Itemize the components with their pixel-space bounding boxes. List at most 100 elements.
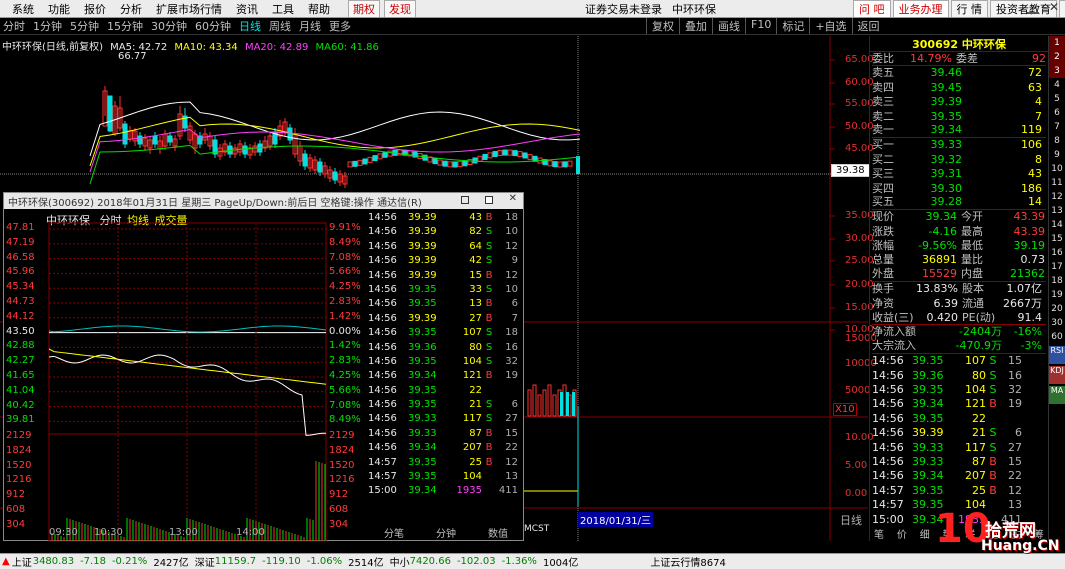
period-tab-9[interactable]: 更多 (329, 18, 351, 34)
menu-extra-0[interactable]: 期权 (348, 0, 380, 17)
popup-bottom-tab-1[interactable]: 分钟 (436, 525, 456, 540)
menu-item-5[interactable]: 资讯 (236, 1, 258, 17)
number-tab-17[interactable]: 17 (1049, 260, 1065, 274)
period-tab-3[interactable]: 15分钟 (107, 18, 143, 34)
kline-candle (422, 154, 428, 161)
number-tab-18[interactable]: 18 (1049, 274, 1065, 288)
quote-tick-count: 32 (1008, 382, 1022, 396)
ask-volume: 72 (1028, 66, 1042, 80)
tool-button-5[interactable]: +自选 (809, 18, 851, 34)
menu-item-7[interactable]: 帮助 (308, 1, 330, 17)
quote-tab-2[interactable]: 细 (920, 529, 930, 543)
tool-button-2[interactable]: 画线 (712, 18, 745, 34)
menu-right-0[interactable]: 问 吧 (853, 0, 891, 17)
sz-index-name[interactable]: 深证 (195, 554, 215, 569)
menu-extra-1[interactable]: 发现 (384, 0, 416, 17)
popup-bottom-tab-2[interactable]: 数值 (488, 525, 508, 540)
number-tab-16[interactable]: 16 (1049, 246, 1065, 260)
side-icon-rsi[interactable]: RSI (1049, 346, 1065, 364)
stat-label: 换手 (872, 282, 894, 296)
kline-candle (507, 149, 513, 156)
window-close-icon[interactable]: ✕ (1049, 0, 1059, 14)
period-tab-0[interactable]: 分时 (3, 18, 25, 34)
number-tab-60[interactable]: 60 (1049, 330, 1065, 344)
number-tab-9[interactable]: 9 (1049, 148, 1065, 162)
number-tab-2[interactable]: 2 (1049, 50, 1065, 64)
tool-button-6[interactable]: 返回 (851, 18, 885, 34)
menu-item-4[interactable]: 扩展市场行情 (156, 1, 222, 17)
number-tab-8[interactable]: 8 (1049, 134, 1065, 148)
popup-tick-side: S (485, 355, 493, 367)
popup-tick-volume: 82 (469, 226, 482, 238)
menu-right-2[interactable]: 行 情 (950, 0, 988, 17)
side-icon-kdj[interactable]: KDJ (1049, 366, 1065, 384)
popup-tick-price: 39.39 (408, 226, 437, 238)
popup-tick-time: 14:56 (368, 341, 397, 353)
period-tab-6[interactable]: 日线 (239, 18, 261, 34)
quote-tab-1[interactable]: 价 (897, 529, 907, 543)
number-tab-13[interactable]: 13 (1049, 204, 1065, 218)
number-tab-14[interactable]: 14 (1049, 218, 1065, 232)
popup-restore-icon[interactable] (485, 196, 493, 204)
zx-index-value: 7420.66 (409, 556, 451, 567)
popup-price-tick-6: 44.12 (6, 310, 35, 322)
number-tab-30[interactable]: 30 (1049, 316, 1065, 330)
period-tab-5[interactable]: 60分钟 (195, 18, 231, 34)
kline-candle (527, 154, 533, 161)
menu-right-1[interactable]: 业务办理 (892, 0, 949, 17)
period-tab-7[interactable]: 周线 (269, 18, 291, 34)
number-tab-6[interactable]: 6 (1049, 106, 1065, 120)
popup-tick-count: 18 (505, 327, 518, 339)
popup-pct-tick-2: 7.08% (329, 251, 361, 263)
quote-tick-side: B (989, 454, 997, 468)
tool-button-3[interactable]: F10 (745, 18, 776, 34)
menu-right-3[interactable]: 投资者教育 (990, 0, 1057, 17)
period-tab-8[interactable]: 月线 (299, 18, 321, 34)
number-tab-19[interactable]: 19 (1049, 288, 1065, 302)
zx-index-name[interactable]: 中小 (390, 554, 410, 569)
menu-right-4[interactable]: 交 易 (1059, 0, 1065, 17)
menu-item-0[interactable]: 系统 (12, 1, 34, 17)
flow-label: 净流入额 (872, 325, 916, 339)
popup-titlebar[interactable]: 中环环保(300692) 2018年01月31日 星期三 PageUp/Down… (4, 193, 523, 209)
quote-tick-price: 39.35 (912, 354, 944, 368)
popup-time-3: 14:00 (236, 527, 265, 538)
popup-bottom-tab-0[interactable]: 分笔 (384, 525, 404, 540)
number-tab-3[interactable]: 3 (1049, 64, 1065, 78)
tool-button-0[interactable]: 复权 (646, 18, 679, 34)
menu-item-6[interactable]: 工具 (272, 1, 294, 17)
stat-value2: 21362 (1010, 267, 1045, 281)
tool-button-4[interactable]: 标记 (776, 18, 809, 34)
number-tab-7[interactable]: 7 (1049, 120, 1065, 134)
number-tab-12[interactable]: 12 (1049, 190, 1065, 204)
sh-index-name[interactable]: 上证 (12, 554, 32, 569)
window-minimize-icon[interactable] (1027, 2, 1039, 14)
number-tab-15[interactable]: 15 (1049, 232, 1065, 246)
quote-tick-price: 39.35 (912, 382, 944, 396)
period-tab-4[interactable]: 30分钟 (151, 18, 187, 34)
number-tab-4[interactable]: 4 (1049, 78, 1065, 92)
ask-row: 卖二 39.35 7 (872, 110, 1046, 124)
popup-maximize-icon[interactable] (461, 196, 469, 204)
number-tab-1[interactable]: 1 (1049, 36, 1065, 50)
stat-value: 39.34 (925, 210, 958, 224)
tool-button-1[interactable]: 叠加 (679, 18, 712, 34)
side-icon-ma[interactable]: MA (1049, 386, 1065, 404)
macd-tick-1: 5.00 (845, 460, 868, 471)
weicha-value: 92 (1032, 51, 1046, 65)
quote-tab-0[interactable]: 笔 (874, 529, 884, 543)
intraday-popup[interactable]: 中环环保(300692) 2018年01月31日 星期三 PageUp/Down… (3, 192, 524, 542)
menu-item-3[interactable]: 分析 (120, 1, 142, 17)
number-tab-5[interactable]: 5 (1049, 92, 1065, 106)
menu-item-1[interactable]: 功能 (48, 1, 70, 17)
period-label-bottom: 日线 (840, 514, 862, 527)
popup-tick-count: 15 (505, 427, 518, 439)
period-tab-2[interactable]: 5分钟 (70, 18, 99, 34)
cloud-quote-status[interactable]: 上证云行情8674 (650, 554, 725, 569)
number-tab-11[interactable]: 11 (1049, 176, 1065, 190)
period-tab-1[interactable]: 1分钟 (33, 18, 62, 34)
number-tab-10[interactable]: 10 (1049, 162, 1065, 176)
popup-close-icon[interactable]: ✕ (509, 193, 517, 204)
number-tab-20[interactable]: 20 (1049, 302, 1065, 316)
menu-item-2[interactable]: 报价 (84, 1, 106, 17)
